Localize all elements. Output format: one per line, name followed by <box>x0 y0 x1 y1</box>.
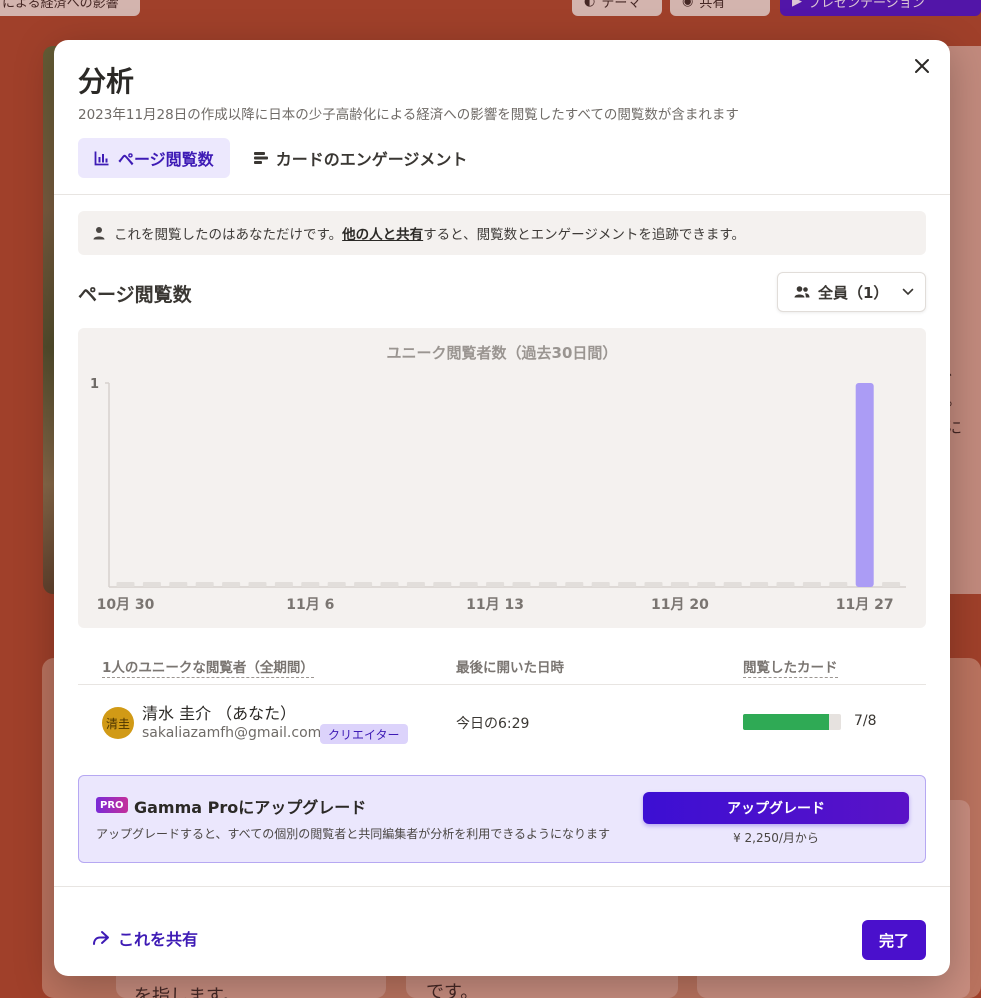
section-title: ページ閲覧数 <box>78 284 192 306</box>
unique-viewers-chart: ユニーク閲覧者数（過去30日間） 1 10月 30 11月 6 11月 13 11月 2… <box>78 328 926 628</box>
table-divider <box>78 684 926 685</box>
chart-bar-empty <box>644 582 663 587</box>
chart-bar-empty <box>222 582 241 587</box>
chart-bar-empty <box>829 582 848 587</box>
chart-x-tick-label: 11月 6 <box>286 597 334 613</box>
col-unique-viewers[interactable]: 1人のユニークな閲覧者（全期間） <box>102 656 314 678</box>
chart-axes <box>105 382 906 588</box>
info-text-after: すると、閲覧数とエンゲージメントを追跡できます。 <box>423 227 745 243</box>
col-last-opened: 最後に開いた日時 <box>456 660 564 676</box>
upgrade-banner: PRO Gamma Proにアップグレード アップグレードすると、すべての個別の… <box>78 775 926 863</box>
viewer-filter-dropdown[interactable]: 全員（1） <box>777 272 926 312</box>
tab-page-views-label: ページ閲覧数 <box>118 150 214 169</box>
user-icon <box>93 227 105 240</box>
chart-bars <box>116 383 901 587</box>
share-this-button[interactable]: これを共有 <box>92 926 198 950</box>
info-text: これを閲覧したのはあなただけです。他の人と共有すると、閲覧数とエンゲージメントを… <box>114 223 745 243</box>
cards-progress-fill <box>743 714 829 730</box>
modal-title: 分析 <box>78 65 135 98</box>
chart-bar-empty <box>802 582 821 587</box>
bar-chart-icon <box>94 151 109 166</box>
chart-bar-empty <box>248 582 267 587</box>
cards-progress-label: 7/8 <box>854 713 877 729</box>
chart-bar-empty <box>327 582 346 587</box>
chart-bar-empty <box>538 582 557 587</box>
chart-bar-empty <box>750 582 769 587</box>
chart-bar-empty <box>723 582 742 587</box>
chart-x-tick-label: 11月 20 <box>651 597 709 613</box>
chart-bar-empty <box>618 582 637 587</box>
upgrade-title: Gamma Proにアップグレード <box>134 798 367 817</box>
footer-divider <box>54 886 950 887</box>
viewer-filter-label: 全員（1） <box>818 283 889 302</box>
users-icon <box>794 286 810 298</box>
chart-bar-empty <box>195 582 214 587</box>
chart-bar-empty <box>486 582 505 587</box>
cards-progress-bar <box>743 714 841 730</box>
chart-bar-empty <box>142 582 161 587</box>
upgrade-button[interactable]: アップグレード <box>643 792 909 824</box>
chart-bar-empty <box>169 582 188 587</box>
info-text-before: これを閲覧したのはあなただけです。 <box>114 227 343 243</box>
last-opened-value: 今日の6:29 <box>456 716 530 732</box>
pro-badge: PRO <box>96 797 128 813</box>
upgrade-price: ¥ 2,250/月から <box>733 831 819 845</box>
tab-page-views[interactable]: ページ閲覧数 <box>78 138 230 178</box>
chart-x-tick-label: 11月 13 <box>466 597 524 613</box>
chart-bar-empty <box>380 582 399 587</box>
analytics-modal: 分析 2023年11月28日の作成以降に日本の少子高齢化による経済への影響を閲覧… <box>54 40 950 976</box>
viewer-email: sakaliazamfh@gmail.com <box>142 725 322 741</box>
tab-card-engagement[interactable]: カードのエンゲージメント <box>238 138 484 178</box>
chart-bar-empty <box>406 582 425 587</box>
close-button[interactable] <box>910 54 934 78</box>
share-arrow-icon <box>93 931 109 945</box>
chart-bar-empty <box>776 582 795 587</box>
chart-svg: ユニーク閲覧者数（過去30日間） 1 10月 30 11月 6 11月 13 11月 2… <box>90 344 906 613</box>
chart-bar-empty <box>433 582 452 587</box>
share-with-others-link[interactable]: 他の人と共有 <box>342 227 423 243</box>
chart-x-tick-label: 11月 27 <box>836 597 894 613</box>
share-this-label: これを共有 <box>118 930 199 949</box>
chart-bar-empty <box>697 582 716 587</box>
chart-tick-labels: 1 10月 30 11月 6 11月 13 11月 20 11月 27 <box>90 377 894 613</box>
chart-bar-empty <box>512 582 531 587</box>
chart-bar-empty <box>301 582 320 587</box>
chart-bar-empty <box>591 582 610 587</box>
chart-title: ユニーク閲覧者数（過去30日間） <box>387 344 618 362</box>
close-icon <box>915 59 929 73</box>
chart-bar-empty <box>882 582 901 587</box>
col-cards-viewed[interactable]: 閲覧したカード <box>743 656 838 678</box>
chart-bar-empty <box>565 582 584 587</box>
role-badge: クリエイター <box>320 724 408 744</box>
chart-bar-empty <box>354 582 373 587</box>
chart-x-tick-label: 10月 30 <box>97 597 155 613</box>
chart-bar-empty <box>116 582 135 587</box>
modal-subtitle: 2023年11月28日の作成以降に日本の少子高齢化による経済への影響を閲覧したす… <box>78 107 739 123</box>
cards-icon <box>253 152 268 164</box>
chart-bar-empty <box>670 582 689 587</box>
chart-bar-empty <box>459 582 478 587</box>
viewer-name: 清水 圭介 （あなた） <box>142 704 297 723</box>
chevron-down-icon <box>903 288 914 296</box>
info-banner: これを閲覧したのはあなただけです。他の人と共有すると、閲覧数とエンゲージメントを… <box>78 211 926 255</box>
upgrade-description: アップグレードすると、すべての個別の閲覧者と共同編集者が分析を利用できるようにな… <box>96 827 610 841</box>
chart-y-tick-label: 1 <box>90 377 99 392</box>
chart-bar-empty <box>274 582 293 587</box>
tab-card-engagement-label: カードのエンゲージメント <box>275 150 468 169</box>
chart-bar <box>855 383 874 587</box>
done-button[interactable]: 完了 <box>862 920 926 960</box>
avatar: 清圭 <box>102 707 134 739</box>
tab-bar: ページ閲覧数 カードのエンゲージメント <box>78 138 483 178</box>
header-divider <box>54 194 950 195</box>
